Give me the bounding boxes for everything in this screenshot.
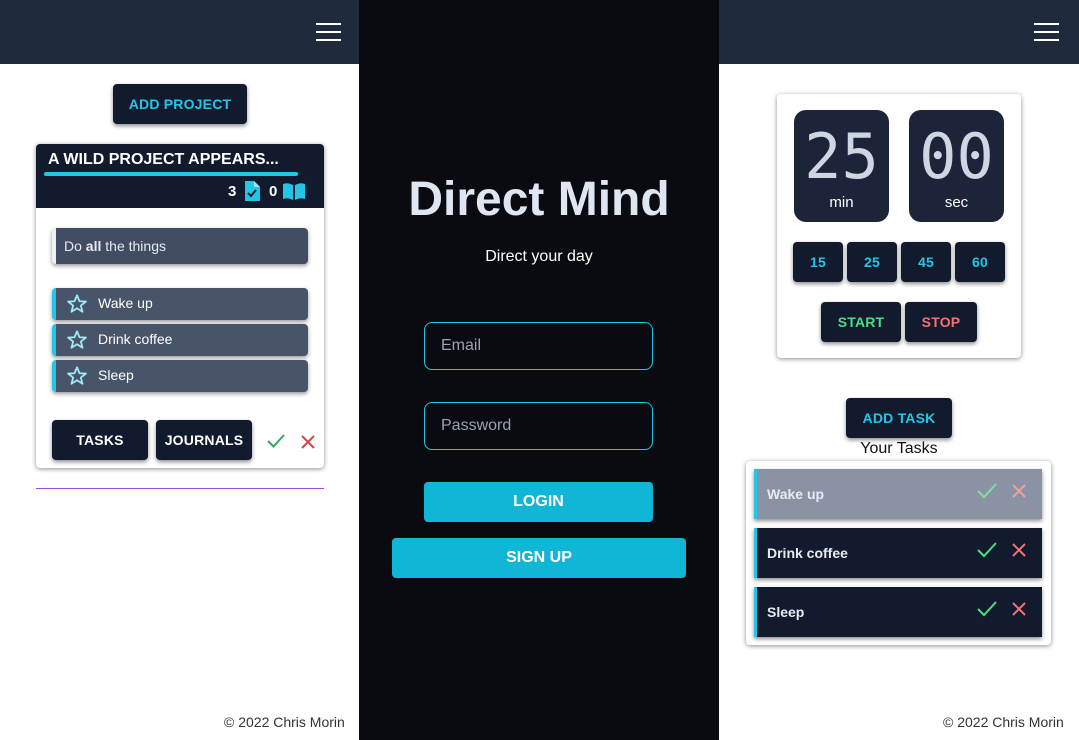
minutes-value: 25 (804, 120, 879, 193)
star-icon[interactable] (66, 365, 88, 387)
check-icon[interactable] (976, 600, 998, 618)
check-icon[interactable] (266, 433, 286, 449)
tasks-button[interactable]: TASKS (52, 420, 148, 460)
note-text-prefix: Do (64, 238, 86, 254)
seconds-display: 00 sec (909, 110, 1004, 222)
close-icon[interactable] (1011, 542, 1027, 558)
todo-label: Wake up (98, 295, 153, 311)
login-button[interactable]: LOGIN (424, 482, 653, 522)
footer-copyright: © 2022 Chris Morin (943, 714, 1064, 730)
journals-count: 0 (269, 183, 278, 200)
check-icon[interactable] (976, 541, 998, 559)
project-title-underline (44, 172, 298, 176)
signup-button[interactable]: SIGN UP (392, 538, 686, 578)
star-icon[interactable] (66, 293, 88, 315)
project-title: A WILD PROJECT APPEARS... (48, 151, 279, 168)
start-button[interactable]: START (821, 302, 901, 342)
tasks-card: Wake up Drink coffee Sleep (746, 461, 1051, 645)
project-note[interactable]: Do all the things (52, 228, 308, 264)
journals-button[interactable]: JOURNALS (156, 420, 252, 460)
tasks-count: 3 (228, 183, 237, 200)
tasks-panel: 25 min 00 sec 15 25 45 60 START STOP ADD… (719, 0, 1079, 740)
preset-45-button[interactable]: 45 (901, 242, 951, 282)
note-text-bold: all (85, 238, 102, 254)
task-label: Wake up (767, 486, 825, 502)
task-label: Drink coffee (767, 545, 848, 561)
note-text-suffix: the things (101, 238, 166, 254)
divider (36, 488, 324, 489)
document-check-icon (245, 181, 260, 201)
seconds-value: 00 (919, 120, 994, 193)
task-label: Sleep (767, 604, 805, 620)
menu-icon[interactable] (316, 23, 341, 41)
task-row[interactable]: Drink coffee (754, 528, 1042, 578)
preset-25-button[interactable]: 25 (847, 242, 897, 282)
project-panel: ADD PROJECT A WILD PROJECT APPEARS... 3 … (0, 0, 359, 740)
book-open-icon (283, 183, 305, 200)
app-tagline: Direct your day (485, 248, 593, 265)
navbar (0, 0, 359, 64)
close-icon[interactable] (300, 434, 316, 450)
task-row-completed[interactable]: Wake up (754, 469, 1042, 519)
todo-label: Drink coffee (98, 331, 173, 347)
close-icon[interactable] (1011, 601, 1027, 617)
project-todo-item[interactable]: Wake up (52, 288, 308, 320)
star-icon[interactable] (66, 329, 88, 351)
tasks-heading: Your Tasks (860, 440, 938, 457)
add-project-button[interactable]: ADD PROJECT (113, 84, 247, 124)
preset-60-button[interactable]: 60 (955, 242, 1005, 282)
close-icon[interactable] (1011, 483, 1027, 499)
project-todo-item[interactable]: Sleep (52, 360, 308, 392)
menu-icon[interactable] (1034, 23, 1059, 41)
check-icon[interactable] (976, 482, 998, 500)
minutes-label: min (829, 194, 854, 211)
seconds-label: sec (944, 194, 969, 211)
project-todo-item[interactable]: Drink coffee (52, 324, 308, 356)
navbar (719, 0, 1079, 64)
project-card: A WILD PROJECT APPEARS... 3 0 Do all the… (36, 144, 324, 468)
project-card-header: A WILD PROJECT APPEARS... 3 0 (36, 144, 324, 208)
app-title: Direct Mind (408, 173, 670, 226)
add-task-button[interactable]: ADD TASK (846, 398, 952, 438)
stop-button[interactable]: STOP (905, 302, 977, 342)
email-field[interactable] (424, 322, 653, 370)
minutes-display: 25 min (794, 110, 889, 222)
preset-15-button[interactable]: 15 (793, 242, 843, 282)
todo-label: Sleep (98, 367, 134, 383)
login-panel: Direct Mind Direct your day LOGIN SIGN U… (359, 0, 719, 740)
task-row[interactable]: Sleep (754, 587, 1042, 637)
footer-copyright: © 2022 Chris Morin (224, 714, 345, 730)
pomodoro-timer-card: 25 min 00 sec 15 25 45 60 START STOP (777, 94, 1021, 358)
password-field[interactable] (424, 402, 653, 450)
